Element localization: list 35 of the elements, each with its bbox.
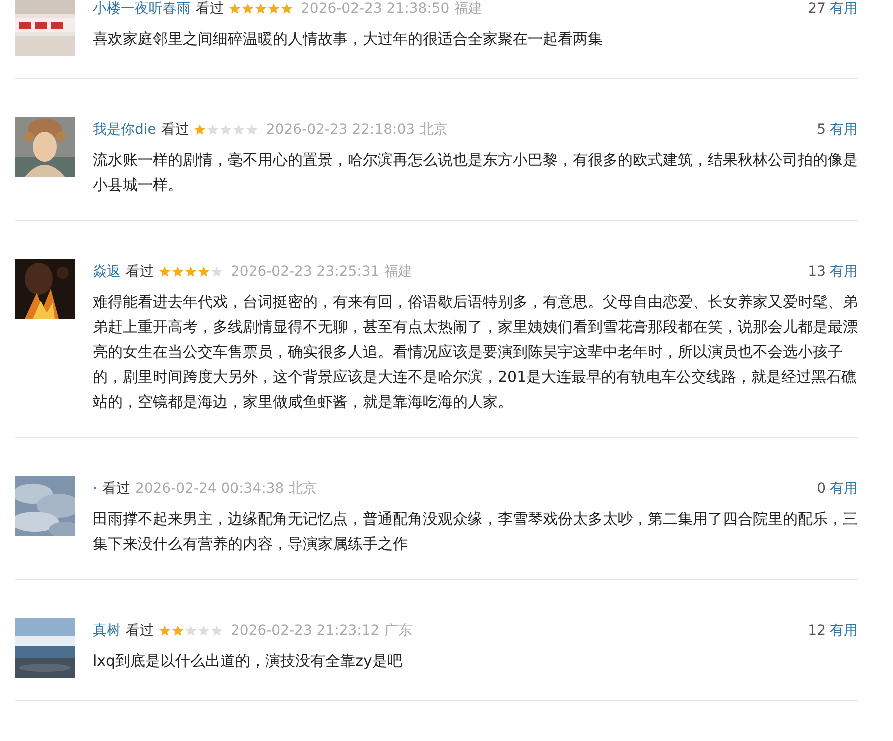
vote-count: 0 (817, 481, 826, 497)
review-location: 广东 (384, 622, 413, 640)
review-text: 流水账一样的剧情，毫不用心的置景，哈尔滨再怎么说也是东方小巴黎，有很多的欧式建筑，结果秋林公司拍的像是小县城一样。 (93, 150, 858, 196)
review-text: 田雨撑不起来男主，边缘配角无记忆点，普通配角没观众缘，李雪琴戏份太多太吵，第二集用了四合院里的配乐，三集下来没什么有营养的内容，导演家属练手之作 (93, 509, 858, 555)
review-time: 2026-02-23 23:25:31 (231, 264, 380, 280)
useful-link[interactable]: 有用 (830, 622, 858, 640)
vote-count: 5 (817, 122, 826, 138)
watch-status: 看过 (161, 121, 190, 139)
user-name-link[interactable]: 我是你die (93, 121, 156, 139)
review-time: 2026-02-24 00:34:38 (135, 481, 284, 497)
review-text: 喜欢家庭邻里之间细碎温暖的人情故事，大过年的很适合全家聚在一起看两集 (93, 29, 604, 50)
vote-count: 12 (808, 623, 826, 639)
review-location: 福建 (384, 263, 413, 281)
vote-count: 27 (808, 1, 826, 17)
useful-link[interactable]: 有用 (830, 480, 858, 498)
review-time: 2026-02-23 21:38:50 (301, 1, 450, 17)
user-name-link[interactable]: 真树 (93, 622, 121, 640)
review-location: 北京 (420, 121, 448, 139)
watch-status: 看过 (126, 263, 154, 281)
user-name-link[interactable]: · (93, 481, 98, 497)
user-name-link[interactable]: 小楼一夜听春雨 (93, 0, 191, 18)
useful-link[interactable]: 有用 (830, 121, 858, 139)
review-text: 难得能看进去年代戏，台词挺密的，有来有回，俗语歇后语特别多，有意思。父母自由恋爱、长女养家又爱时髦、弟弟赶上重开高考，多线剧情显得不无聊，甚至有点太热闹了，家里姨姨们看到雪花膏那段都在笑，说那会儿都是最漂亮的女生在当公交车售票员，确实很多人追。看情况应该是要演到陈昊宇这辈中老年时，所以演员也不会选小孩子的，剧里时间跨度大另外，这个背景应该是大连不是哈尔滨，201是大连最早的有轨电车公交线路，就是经过黑石礁站的，空镜都是海边，家里做咸鱼虾酱，就是靠海吃海的人家。 (93, 292, 858, 413)
useful-link[interactable]: 有用 (830, 0, 858, 18)
review-time: 2026-02-23 22:18:03 (266, 122, 416, 138)
review-location: 福建 (454, 0, 483, 18)
review-text: lxq到底是以什么出道的，演技没有全靠zy是吧 (93, 651, 404, 672)
user-name-link[interactable]: 焱返 (93, 263, 121, 281)
watch-status: 看过 (126, 622, 154, 640)
vote-count: 13 (808, 264, 826, 280)
watch-status: 看过 (196, 0, 224, 18)
useful-link[interactable]: 有用 (830, 263, 858, 281)
review-location: 北京 (289, 480, 318, 498)
watch-status: 看过 (102, 480, 130, 498)
review-time: 2026-02-23 21:23:12 (231, 623, 380, 639)
